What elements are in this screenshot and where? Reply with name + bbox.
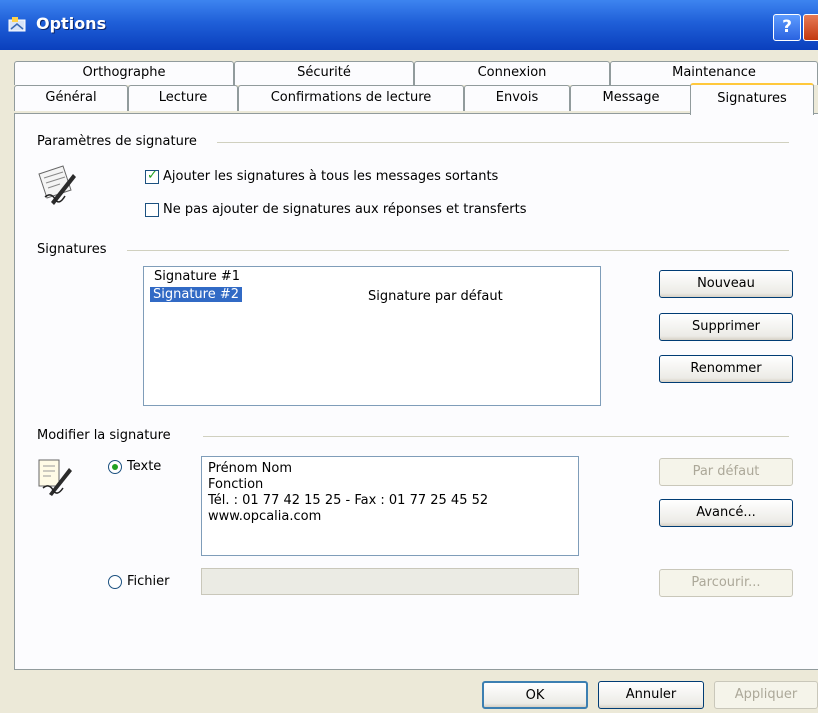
edit-signature-group-label: Modifier la signature: [37, 428, 171, 443]
tab-label: Sécurité: [297, 65, 351, 80]
tab-label: Maintenance: [672, 65, 756, 80]
tab-lecture[interactable]: Lecture: [128, 85, 238, 111]
new-signature-button[interactable]: Nouveau: [659, 270, 793, 298]
signature-text-line: www.opcalia.com: [208, 509, 322, 524]
advanced-button[interactable]: Avancé...: [659, 499, 793, 527]
cancel-button[interactable]: Annuler: [598, 681, 704, 709]
ok-label: OK: [525, 688, 545, 703]
delete-signature-button[interactable]: Supprimer: [659, 313, 793, 341]
tab-orthographe[interactable]: Orthographe: [14, 61, 234, 85]
browse-button[interactable]: Parcourir...: [659, 569, 793, 597]
text-signature-icon: [38, 459, 72, 496]
checkmark-icon: ✓: [147, 168, 158, 183]
ok-button[interactable]: OK: [482, 681, 588, 709]
tab-confirmations-de-lecture[interactable]: Confirmations de lecture: [238, 85, 464, 111]
no-replies-checkbox[interactable]: [145, 203, 159, 217]
group-divider: [203, 436, 789, 437]
tab-label: Lecture: [158, 90, 208, 105]
tab-label: Envois: [495, 90, 539, 105]
signature-pen-icon: [38, 165, 76, 205]
tab-label: Connexion: [477, 65, 547, 80]
browse-label: Parcourir...: [691, 575, 761, 590]
tab-general[interactable]: Général: [14, 85, 128, 111]
signature-item-note: Signature par défaut: [368, 289, 503, 304]
signature-text-line: Prénom Nom: [208, 461, 292, 476]
set-default-label: Par défaut: [692, 464, 760, 479]
file-radio-label[interactable]: Fichier: [127, 574, 170, 589]
signature-text-area[interactable]: Prénom Nom Fonction Tél. : 01 77 42 15 2…: [201, 456, 579, 556]
cancel-label: Annuler: [625, 687, 677, 702]
file-radio[interactable]: [108, 575, 122, 589]
tab-label: Signatures: [717, 91, 787, 106]
group-divider: [217, 142, 789, 143]
signatures-list[interactable]: Signature #1 Signature #2 Signature par …: [143, 266, 601, 406]
signature-item-name-selected[interactable]: Signature #2: [150, 287, 243, 302]
options-app-icon: [8, 17, 26, 32]
signature-text-line: Tél. : 01 77 42 15 25 - Fax : 01 77 25 4…: [208, 493, 489, 508]
title-bar[interactable]: Options ?: [0, 0, 818, 50]
apply-button[interactable]: Appliquer: [714, 681, 818, 709]
tab-label: Orthographe: [82, 65, 166, 80]
tab-label: Général: [45, 90, 97, 105]
tab-label: Message: [602, 90, 660, 105]
tab-message[interactable]: Message: [570, 85, 692, 111]
text-radio-label[interactable]: Texte: [127, 459, 161, 474]
signatures-panel: Paramètres de signature ✓ Ajouter les si…: [14, 113, 818, 670]
signature-item-name[interactable]: Signature #1: [154, 269, 240, 284]
set-default-button[interactable]: Par défaut: [659, 458, 793, 486]
tab-label: Confirmations de lecture: [270, 90, 432, 105]
signature-text-line: Fonction: [208, 477, 264, 492]
group-divider: [127, 250, 789, 251]
text-radio[interactable]: [108, 460, 122, 474]
add-signatures-label[interactable]: Ajouter les signatures à tous les messag…: [163, 169, 498, 184]
tab-envois[interactable]: Envois: [464, 85, 570, 111]
advanced-label: Avancé...: [696, 505, 756, 520]
new-signature-label: Nouveau: [697, 276, 755, 291]
tab-connexion[interactable]: Connexion: [414, 61, 610, 85]
radio-selected-dot: [112, 464, 118, 470]
add-signatures-checkbox[interactable]: ✓: [145, 168, 159, 184]
no-replies-label[interactable]: Ne pas ajouter de signatures aux réponse…: [163, 202, 527, 217]
rename-signature-button[interactable]: Renommer: [659, 355, 793, 383]
signature-settings-group-label: Paramètres de signature: [37, 134, 197, 149]
tab-securite[interactable]: Sécurité: [234, 61, 414, 85]
apply-label: Appliquer: [734, 687, 798, 702]
file-path-input[interactable]: [201, 568, 579, 595]
rename-signature-label: Renommer: [690, 361, 762, 376]
signatures-group-label: Signatures: [37, 242, 107, 257]
help-button[interactable]: ?: [773, 14, 801, 41]
delete-signature-label: Supprimer: [692, 319, 760, 334]
tab-signatures[interactable]: Signatures: [690, 83, 814, 115]
tab-maintenance[interactable]: Maintenance: [610, 61, 818, 85]
close-button[interactable]: [803, 14, 818, 41]
window-title: Options: [36, 14, 107, 33]
